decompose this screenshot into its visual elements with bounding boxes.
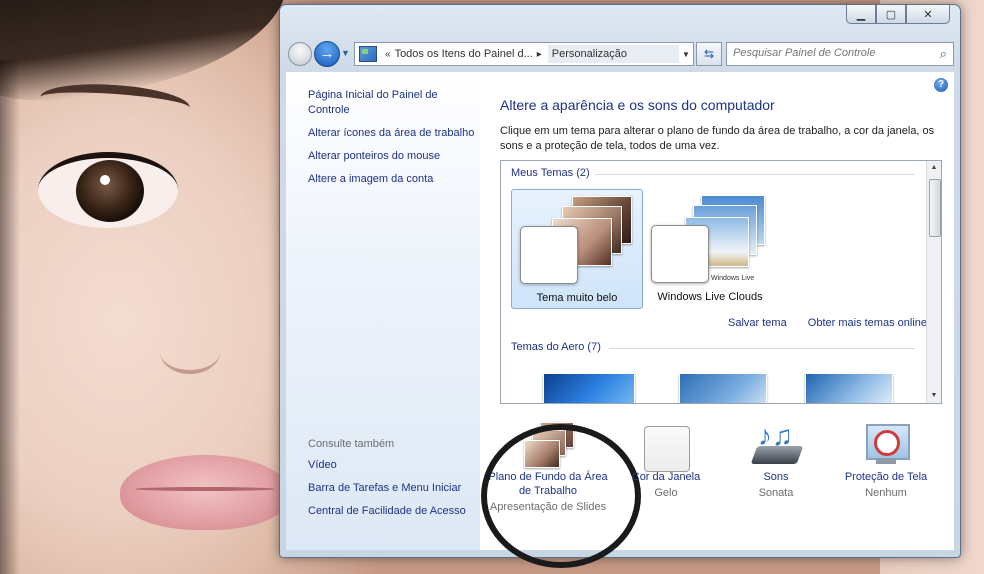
search-input[interactable] [727, 43, 935, 63]
see-also-link-taskbar[interactable]: Barra de Tarefas e Menu Iniciar [308, 481, 478, 496]
aero-theme-preview[interactable] [543, 373, 635, 403]
back-button[interactable] [288, 42, 312, 66]
caption-buttons: ▁ ▢ ✕ [846, 5, 950, 24]
sounds-value: Sonata [758, 487, 794, 499]
see-also-title: Consulte também [308, 438, 395, 450]
refresh-button[interactable]: ⇆ [696, 42, 722, 66]
screensaver-value: Nenhum [865, 487, 907, 499]
keyboard-icon [750, 446, 804, 464]
close-icon: ✕ [923, 8, 933, 21]
maximize-icon: ▢ [885, 8, 897, 21]
theme-list: Meus Temas (2) Tema muito belo Windows L… [500, 160, 942, 404]
theme-tile-tema-muito-belo[interactable]: Tema muito belo [511, 189, 643, 309]
wallpaper-lips [120, 455, 290, 530]
scroll-thumb[interactable] [929, 179, 941, 237]
control-panel-icon [359, 46, 377, 62]
desktop-background-item[interactable]: Plano de Fundo da Área de Trabalho Apres… [481, 420, 641, 568]
window-color-label[interactable]: Cor da Janela [606, 470, 726, 484]
wallpaper-lip-line [135, 487, 275, 491]
theme-label: Windows Live Clouds [657, 291, 763, 303]
navigation-bar: → ▼ « Todos os Itens do Painel d... ▸ Pe… [286, 41, 954, 67]
aero-theme-preview[interactable] [679, 373, 767, 403]
forward-button[interactable]: → [314, 41, 340, 67]
theme-label: Tema muito belo [536, 292, 618, 304]
window-color-item[interactable]: Cor da Janela Gelo [606, 420, 726, 500]
no-symbol-icon [874, 430, 900, 456]
window-color-value: Gelo [654, 487, 678, 499]
sounds-icon: ♪♫ [750, 420, 804, 466]
aero-theme-preview[interactable] [805, 373, 893, 403]
screensaver-icon [862, 420, 910, 466]
sidebar-link-control-panel-home[interactable]: Página Inicial do Painel de Controle [308, 88, 478, 118]
monitor-stand-icon [876, 458, 896, 464]
arrow-right-icon: → [319, 45, 335, 62]
aero-themes-title: Temas do Aero (7) [511, 341, 601, 353]
sidebar-tasks: Página Inicial do Painel de Controle Alt… [308, 88, 478, 195]
sidebar-link-account-picture[interactable]: Altere a imagem da conta [308, 172, 478, 187]
breadcrumb-prefix[interactable]: « [385, 49, 391, 60]
search-box: ⌕ [726, 42, 954, 66]
breadcrumb-parent[interactable]: Todos os Itens do Painel d... [395, 48, 533, 60]
theme-list-scrollbar[interactable]: ▲ ▼ [926, 161, 941, 403]
see-also-link-ease-of-access[interactable]: Central de Facilidade de Acesso [308, 504, 478, 519]
close-button[interactable]: ✕ [906, 5, 950, 24]
personalization-window: ▁ ▢ ✕ → ▼ « Todos os Itens do Painel d..… [279, 4, 961, 568]
wallpaper-hair-left [0, 60, 20, 574]
sidebar-link-desktop-icons[interactable]: Alterar ícones da área de trabalho [308, 126, 478, 141]
theme-window-card [520, 226, 578, 284]
theme-links: Salvar tema Obter mais temas online [501, 317, 927, 329]
see-also-section: Consulte também Vídeo Barra de Tarefas e… [308, 438, 478, 527]
screensaver-item[interactable]: Proteção de Tela Nenhum [826, 420, 946, 500]
page-title: Altere a aparência e os sons do computad… [500, 97, 775, 113]
scroll-up-icon[interactable]: ▲ [927, 161, 941, 175]
main-content: ? Altere a aparência e os sons do comput… [480, 72, 954, 568]
screensaver-label[interactable]: Proteção de Tela [826, 470, 946, 484]
wallpaper-eye-highlight [100, 175, 110, 185]
refresh-icon: ⇆ [703, 47, 715, 61]
windows-live-badge: Windows Live [711, 275, 755, 282]
search-icon[interactable]: ⌕ [940, 46, 947, 62]
theme-window-card [651, 225, 709, 283]
sidebar: Página Inicial do Painel de Controle Alt… [286, 72, 480, 550]
wallpaper-eyebrow [38, 79, 192, 126]
theme-settings-bar: Plano de Fundo da Área de Trabalho Apres… [480, 410, 954, 568]
address-dropdown-icon[interactable]: ▼ [679, 50, 693, 59]
recent-pages-dropdown[interactable]: ▼ [341, 48, 350, 58]
sounds-item[interactable]: ♪♫ Sons Sonata [716, 420, 836, 500]
breadcrumb-current[interactable]: Personalização [547, 45, 679, 63]
breadcrumb-separator[interactable]: ▸ [537, 49, 542, 60]
wallpaper-iris [76, 160, 144, 222]
maximize-button[interactable]: ▢ [876, 5, 906, 24]
window-color-swatch [644, 426, 690, 472]
sidebar-link-mouse-pointers[interactable]: Alterar ponteiros do mouse [308, 149, 478, 164]
minimize-icon: ▁ [856, 8, 866, 21]
scroll-down-icon[interactable]: ▼ [927, 389, 941, 403]
chevron-down-icon: ▼ [341, 48, 350, 58]
address-bar[interactable]: « Todos os Itens do Painel d... ▸ Person… [354, 42, 694, 66]
wallpaper-nose [160, 330, 220, 374]
group-divider [595, 174, 915, 175]
sounds-label[interactable]: Sons [716, 470, 836, 484]
window-color-icon [642, 420, 690, 472]
group-divider [609, 348, 915, 349]
save-theme-link[interactable]: Salvar tema [728, 317, 787, 329]
theme-tile-windows-live-clouds[interactable]: Windows Live Windows Live Clouds [645, 189, 775, 307]
page-description: Clique em um tema para alterar o plano d… [500, 125, 935, 152]
minimize-button[interactable]: ▁ [846, 5, 876, 24]
help-icon[interactable]: ? [934, 78, 948, 92]
my-themes-title: Meus Temas (2) [511, 167, 590, 179]
see-also-link-display[interactable]: Vídeo [308, 458, 478, 473]
get-more-themes-link[interactable]: Obter mais temas online [808, 317, 927, 329]
